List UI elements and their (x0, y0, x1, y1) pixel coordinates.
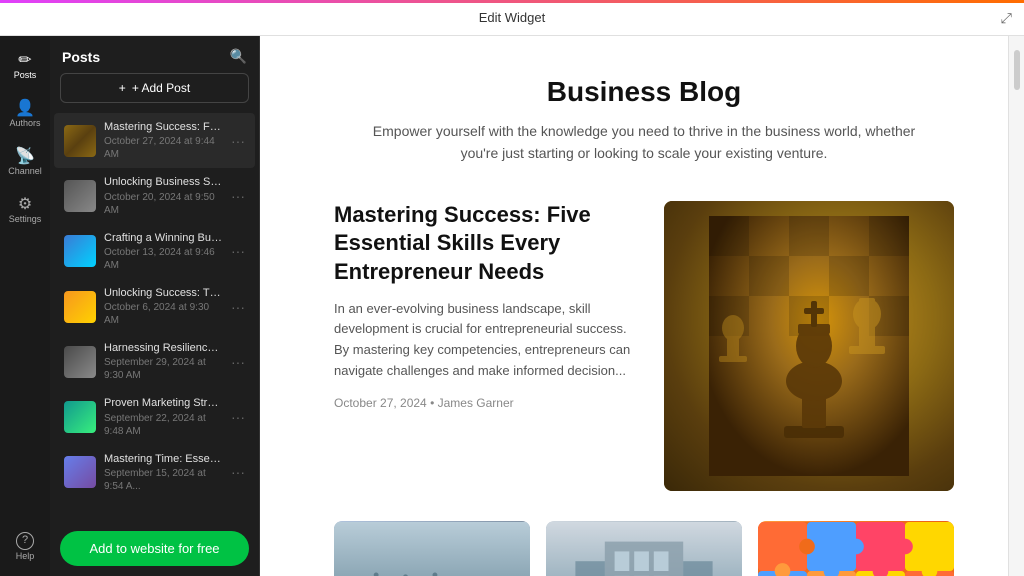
post-menu-icon[interactable]: ··· (231, 133, 245, 149)
featured-post-meta: October 27, 2024 • James Garner (334, 396, 514, 410)
post-name: Unlocking Success: The Art ... (104, 286, 223, 300)
puzzle-svg (758, 521, 954, 576)
featured-post-excerpt: In an ever-evolving business landscape, … (334, 299, 634, 382)
settings-icon: ⚙ (18, 197, 32, 213)
post-date: October 13, 2024 at 9:46 AM (104, 246, 223, 272)
authors-label: Authors (9, 119, 40, 128)
post-name: Unlocking Business Succes... (104, 175, 223, 189)
post-info: Harnessing Resilience: Stayi... Septembe… (104, 341, 223, 382)
expand-icon[interactable]: ⤢ (1001, 9, 1012, 26)
thumbnail-row (334, 521, 954, 576)
sidebar-item-authors[interactable]: 👤 Authors (3, 92, 47, 136)
sidebar-item-settings[interactable]: ⚙ Settings (3, 188, 47, 232)
post-item[interactable]: Proven Marketing Strategie... September … (54, 389, 255, 444)
thumbnail-people (334, 521, 530, 576)
help-label: Help (16, 552, 35, 561)
scroll-thumb (1014, 50, 1020, 90)
add-post-plus: + (119, 81, 126, 95)
post-menu-icon[interactable]: ··· (231, 464, 245, 480)
post-item[interactable]: Crafting a Winning Busines... October 13… (54, 224, 255, 279)
post-info: Unlocking Success: The Art ... October 6… (104, 286, 223, 327)
posts-sidebar: Posts 🔍 + + Add Post Mastering Success: … (50, 36, 260, 576)
add-post-button[interactable]: + + Add Post (60, 73, 249, 103)
post-item[interactable]: Harnessing Resilience: Stayi... Septembe… (54, 334, 255, 389)
thumbnail-building (546, 521, 742, 576)
building-svg (546, 521, 742, 576)
post-date: October 27, 2024 at 9:44 AM (104, 135, 223, 161)
authors-icon: 👤 (15, 101, 35, 117)
post-thumbnail (64, 456, 96, 488)
featured-post-title: Mastering Success: Five Essential Skills… (334, 201, 634, 287)
channel-label: Channel (8, 167, 42, 176)
post-name: Mastering Time: Essential ... (104, 452, 223, 466)
sidebar-item-channel[interactable]: 📡 Channel (3, 140, 47, 184)
add-to-website-label: Add to website for free (89, 541, 219, 556)
posts-list: Mastering Success: Five Ess... October 2… (50, 113, 259, 521)
post-date: October 20, 2024 at 9:50 AM (104, 191, 223, 217)
post-item[interactable]: Mastering Time: Essential ... September … (54, 445, 255, 500)
post-item[interactable]: Unlocking Success: The Art ... October 6… (54, 279, 255, 334)
post-date: September 15, 2024 at 9:54 A... (104, 467, 223, 493)
post-thumbnail (64, 180, 96, 212)
chess-image-bg (664, 201, 954, 491)
channel-icon: 📡 (15, 149, 35, 165)
post-thumbnail (64, 291, 96, 323)
sidebar-item-posts[interactable]: ✏ Posts (3, 44, 47, 88)
main-content: Business Blog Empower yourself with the … (260, 36, 1008, 576)
icon-sidebar: ✏ Posts 👤 Authors 📡 Channel ⚙ Settings ?… (0, 36, 50, 576)
post-thumbnail (64, 235, 96, 267)
help-icon: ? (16, 532, 34, 550)
posts-title: Posts (62, 49, 100, 65)
featured-post-text: Mastering Success: Five Essential Skills… (334, 201, 634, 412)
blog-title: Business Blog (334, 76, 954, 108)
featured-post-image (664, 201, 954, 491)
add-to-website-button[interactable]: Add to website for free (60, 531, 249, 566)
top-gradient-bar (0, 0, 1024, 3)
settings-label: Settings (9, 215, 42, 224)
posts-label: Posts (14, 71, 37, 80)
post-info: Unlocking Business Succes... October 20,… (104, 175, 223, 216)
post-menu-icon[interactable]: ··· (231, 243, 245, 259)
search-icon[interactable]: 🔍 (230, 48, 247, 65)
post-name: Proven Marketing Strategie... (104, 396, 223, 410)
chess-piece-svg (709, 216, 909, 476)
thumbnail-puzzle (758, 521, 954, 576)
post-thumbnail (64, 125, 96, 157)
post-name: Harnessing Resilience: Stayi... (104, 341, 223, 355)
posts-header: Posts 🔍 (50, 36, 259, 73)
post-date: October 6, 2024 at 9:30 AM (104, 301, 223, 327)
post-item[interactable]: Mastering Success: Five Ess... October 2… (54, 113, 255, 168)
featured-post: Mastering Success: Five Essential Skills… (334, 201, 954, 491)
right-scrollbar[interactable] (1008, 36, 1024, 576)
top-bar: Edit Widget ⤢ (0, 0, 1024, 36)
post-menu-icon[interactable]: ··· (231, 354, 245, 370)
topbar-title: Edit Widget (479, 10, 545, 25)
post-name: Crafting a Winning Busines... (104, 231, 223, 245)
post-thumbnail (64, 401, 96, 433)
people-svg (334, 521, 530, 576)
main-layout: ✏ Posts 👤 Authors 📡 Channel ⚙ Settings ?… (0, 36, 1024, 576)
post-thumbnail (64, 346, 96, 378)
post-info: Mastering Success: Five Ess... October 2… (104, 120, 223, 161)
post-item[interactable]: Unlocking Business Succes... October 20,… (54, 168, 255, 223)
post-menu-icon[interactable]: ··· (231, 409, 245, 425)
post-info: Mastering Time: Essential ... September … (104, 452, 223, 493)
blog-content: Business Blog Empower yourself with the … (294, 36, 974, 576)
post-info: Crafting a Winning Busines... October 13… (104, 231, 223, 272)
post-date: September 22, 2024 at 9:48 AM (104, 412, 223, 438)
posts-footer: Add to website for free (50, 521, 259, 576)
add-post-label: + Add Post (132, 81, 190, 95)
post-menu-icon[interactable]: ··· (231, 188, 245, 204)
post-name: Mastering Success: Five Ess... (104, 120, 223, 134)
post-info: Proven Marketing Strategie... September … (104, 396, 223, 437)
sidebar-item-help[interactable]: ? Help (3, 524, 47, 568)
posts-icon: ✏ (18, 53, 31, 69)
blog-subtitle: Empower yourself with the knowledge you … (364, 120, 924, 165)
post-date: September 29, 2024 at 9:30 AM (104, 356, 223, 382)
post-menu-icon[interactable]: ··· (231, 299, 245, 315)
